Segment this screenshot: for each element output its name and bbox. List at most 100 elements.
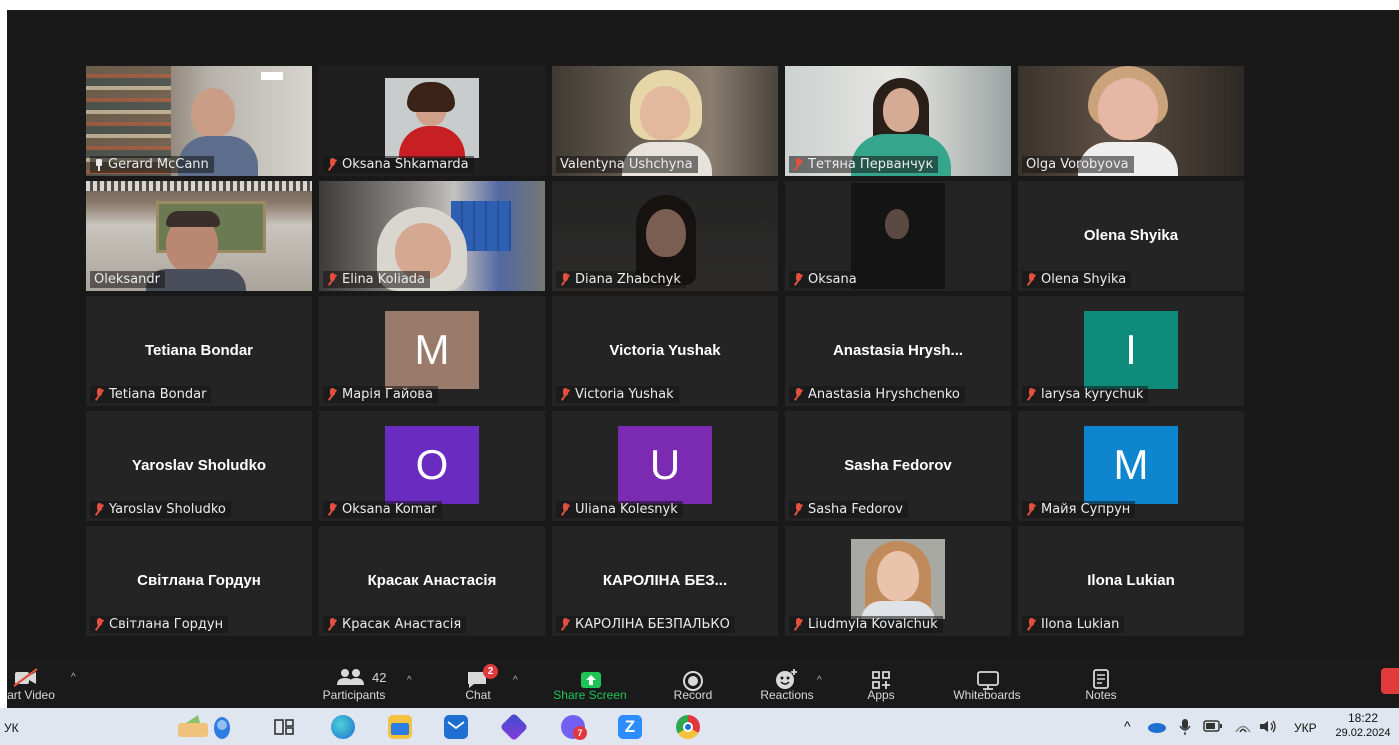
muted-mic-icon <box>94 503 105 516</box>
participants-button[interactable]: 42 Participants <box>312 658 396 708</box>
participant-display-name: Olena Shyika <box>1083 227 1179 244</box>
participant-name-label: Марія Гайова <box>323 386 438 403</box>
zoom-app-icon[interactable]: Z <box>618 715 642 739</box>
input-language-indicator[interactable]: УКР <box>1294 721 1317 735</box>
participant-tile[interactable]: Olena Shyika Olena Shyika <box>1018 181 1244 291</box>
muted-mic-icon <box>560 388 571 401</box>
participant-tile[interactable]: Gerard McCann <box>86 66 312 176</box>
muted-mic-icon <box>793 503 804 516</box>
participant-tile[interactable]: Oksana <box>785 181 1011 291</box>
edge-browser-icon[interactable] <box>331 715 355 739</box>
whiteboard-icon <box>977 671 999 690</box>
muted-mic-icon <box>793 388 804 401</box>
whiteboards-button[interactable]: Whiteboards <box>944 658 1030 708</box>
apps-button[interactable]: Apps <box>863 658 899 708</box>
chevron-up-icon[interactable]: ^ <box>817 675 822 686</box>
participant-name-label: КАРОЛІНА БЕЗПАЛЬКО <box>556 616 735 633</box>
chevron-up-icon[interactable]: ^ <box>513 675 518 686</box>
muted-mic-icon <box>1026 503 1037 516</box>
muted-mic-icon <box>327 503 338 516</box>
participant-tile[interactable]: Tetiana Bondar Tetiana Bondar <box>86 296 312 406</box>
participant-tile[interactable]: Тетяна Перванчук <box>785 66 1011 176</box>
widgets-weather-icon[interactable] <box>176 713 232 741</box>
participant-tile[interactable]: Oleksandr <box>86 181 312 291</box>
chrome-browser-icon[interactable] <box>676 715 700 739</box>
avatar: O <box>385 426 479 504</box>
reactions-button[interactable]: Reactions <box>755 658 819 708</box>
copilot-icon[interactable] <box>499 712 529 742</box>
record-icon <box>683 671 703 691</box>
end-meeting-button-edge[interactable] <box>1381 668 1399 694</box>
participant-tile[interactable]: I larysa kyrychuk <box>1018 296 1244 406</box>
participant-tile[interactable]: Victoria Yushak Victoria Yushak <box>552 296 778 406</box>
profile-photo <box>385 78 479 158</box>
chevron-up-icon[interactable]: ^ <box>71 672 76 683</box>
viber-icon[interactable]: 7 <box>561 715 587 740</box>
participant-tile[interactable]: Ilona Lukian Ilona Lukian <box>1018 526 1244 636</box>
mail-icon[interactable] <box>444 715 468 739</box>
participant-name-label: Ilona Lukian <box>1022 616 1125 633</box>
participant-tile[interactable]: U Uliana Kolesnyk <box>552 411 778 521</box>
file-explorer-icon[interactable] <box>388 715 412 739</box>
muted-mic-icon <box>793 618 804 631</box>
participant-name-label: Liudmyla Kovalchuk <box>789 616 943 633</box>
notes-button[interactable]: Notes <box>1081 658 1121 708</box>
participant-name-label: Майя Супрун <box>1022 501 1136 518</box>
show-hidden-icons-chevron[interactable]: ^ <box>1124 718 1131 734</box>
participant-name-label: Oleksandr <box>90 271 165 288</box>
participant-tile[interactable]: Sasha Fedorov Sasha Fedorov <box>785 411 1011 521</box>
participant-tile[interactable]: Diana Zhabchyk <box>552 181 778 291</box>
zoom-meeting-window: Gerard McCann Oksana Shkamarda Valentyna… <box>7 10 1399 708</box>
muted-mic-icon <box>327 388 338 401</box>
onedrive-icon[interactable] <box>1147 721 1167 733</box>
clock[interactable]: 18:22 29.02.2024 <box>1330 711 1396 739</box>
windows-taskbar: УК 7 Z ^ УКР 18:22 29.02.2024 <box>0 708 1399 745</box>
participant-display-name: Світлана Гордун <box>137 572 261 589</box>
participant-display-name: Красак Анастасія <box>367 572 497 589</box>
keyboard-layout-indicator[interactable]: УК <box>4 721 19 735</box>
avatar: M <box>385 311 479 389</box>
participant-display-name: Sasha Fedorov <box>844 457 952 474</box>
participant-name-label: Yaroslav Sholudko <box>90 501 231 518</box>
muted-mic-icon <box>560 503 571 516</box>
participant-tile[interactable]: Yaroslav Sholudko Yaroslav Sholudko <box>86 411 312 521</box>
participant-tile[interactable]: M Майя Супрун <box>1018 411 1244 521</box>
participant-name-label: Світлана Гордун <box>90 616 229 633</box>
volume-icon[interactable] <box>1258 719 1278 734</box>
clock-time: 18:22 <box>1347 711 1379 725</box>
share-screen-button[interactable]: Share Screen <box>545 658 635 708</box>
record-button[interactable]: Record <box>665 658 721 708</box>
muted-mic-icon <box>793 273 804 286</box>
participant-tile[interactable]: Красак Анастасія Красак Анастасія <box>319 526 545 636</box>
chevron-up-icon[interactable]: ^ <box>407 675 412 686</box>
participant-tile[interactable]: Elina Koliada <box>319 181 545 291</box>
start-video-button[interactable]: ^ art Video <box>7 658 76 708</box>
participant-display-name: Victoria Yushak <box>609 342 721 359</box>
participant-tile[interactable]: Anastasia Hrysh... Anastasia Hryshchenko <box>785 296 1011 406</box>
participant-name-label: Oksana Komar <box>323 501 442 518</box>
battery-icon[interactable] <box>1203 720 1223 732</box>
participant-name-label: Sasha Fedorov <box>789 501 909 518</box>
participant-name-label: Tetiana Bondar <box>90 386 212 403</box>
participant-tile[interactable]: M Марія Гайова <box>319 296 545 406</box>
participant-tile[interactable]: Oksana Shkamarda <box>319 66 545 176</box>
wifi-icon[interactable] <box>1234 719 1252 734</box>
participants-icon <box>337 669 364 685</box>
participant-name-label: Diana Zhabchyk <box>556 271 686 288</box>
participant-tile[interactable]: Olga Vorobyova <box>1018 66 1244 176</box>
clock-date: 29.02.2024 <box>1335 727 1391 739</box>
participant-tile[interactable]: Liudmyla Kovalchuk <box>785 526 1011 636</box>
participant-tile[interactable]: Світлана Гордун Світлана Гордун <box>86 526 312 636</box>
participant-display-name: Ilona Lukian <box>1087 572 1175 589</box>
chat-button[interactable]: 2 Chat <box>457 658 499 708</box>
gallery-view: Gerard McCann Oksana Shkamarda Valentyna… <box>7 10 1399 708</box>
task-view-icon[interactable] <box>274 718 294 736</box>
participant-tile[interactable]: КАРОЛІНА БЕЗ... КАРОЛІНА БЕЗПАЛЬКО <box>552 526 778 636</box>
participant-tile[interactable]: O Oksana Komar <box>319 411 545 521</box>
microphone-icon[interactable] <box>1179 718 1191 736</box>
participant-name-label: Olena Shyika <box>1022 271 1132 288</box>
participant-name-label: larysa kyrychuk <box>1022 386 1149 403</box>
participant-name-label: Oksana Shkamarda <box>323 156 474 173</box>
participant-tile-active-speaker[interactable]: Valentyna Ushchyna <box>552 66 778 176</box>
participant-name-label: Uliana Kolesnyk <box>556 501 683 518</box>
